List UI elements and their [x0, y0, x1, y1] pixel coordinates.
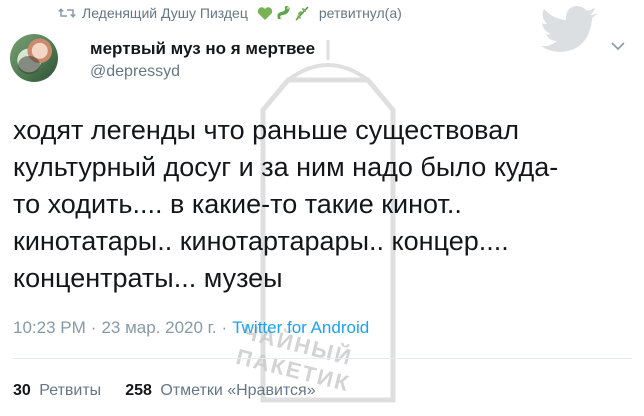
- tweet-text: ходят легенды что раньше существовал кул…: [13, 115, 559, 293]
- retweets-label: Ретвиты: [39, 382, 102, 399]
- green-snake-emoji: [277, 6, 290, 19]
- retweet-action-label: ретвитнул(а): [318, 5, 402, 21]
- retweeter-emoji: [257, 5, 310, 21]
- tweet-card: ЧАЙНЫЙ ПАКЕТИК Леденящий Душу Пиздец рет…: [0, 0, 644, 416]
- likes-stat[interactable]: 258 Отметки «Нравится»: [125, 382, 315, 400]
- retweeter-name[interactable]: Леденящий Душу Пиздец: [82, 5, 248, 21]
- likes-label: Отметки «Нравится»: [160, 382, 316, 399]
- retweets-count: 30: [13, 382, 31, 399]
- avatar[interactable]: [10, 34, 58, 82]
- herb-emoji: [295, 6, 309, 21]
- author-handle[interactable]: @depressyd: [90, 63, 180, 81]
- tweet-time[interactable]: 10:23 PM: [13, 318, 86, 338]
- green-heart-emoji: [257, 6, 273, 20]
- tweet-date[interactable]: 23 мар. 2020 г.: [101, 318, 216, 338]
- twitter-bird-icon: [541, 6, 598, 52]
- retweet-header: Леденящий Душу Пиздец ретвитнул(а): [58, 3, 402, 23]
- meta-separator: ·: [221, 318, 228, 337]
- author-name[interactable]: мертвый муз но я мертвее: [90, 39, 315, 59]
- tweet-stats: 30 Ретвиты 258 Отметки «Нравится»: [13, 382, 316, 400]
- tweet-meta: 10:23 PM · 23 мар. 2020 г. · Twitter for…: [13, 318, 369, 338]
- retweet-icon: [58, 8, 76, 18]
- likes-count: 258: [125, 382, 152, 399]
- tweet-source-link[interactable]: Twitter for Android: [232, 318, 369, 338]
- retweets-stat[interactable]: 30 Ретвиты: [13, 382, 101, 400]
- divider: [13, 358, 632, 359]
- chevron-down-icon[interactable]: [610, 40, 626, 52]
- meta-separator: ·: [90, 318, 97, 337]
